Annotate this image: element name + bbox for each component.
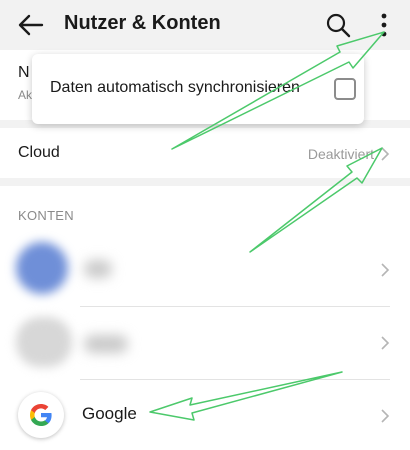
screen: Nutzer & Konten N Ak Cloud Deaktiviert K… <box>0 0 410 450</box>
chevron-right-icon <box>381 409 390 423</box>
account-row-blurred-1[interactable] <box>0 234 410 306</box>
overflow-menu-popup: Daten automatisch synchronisieren <box>32 54 364 124</box>
account-row-blurred-2[interactable] <box>0 307 410 379</box>
auto-sync-checkbox[interactable] <box>334 78 356 100</box>
arrow-left-icon <box>18 14 44 36</box>
accounts-section-header: KONTEN <box>18 208 74 223</box>
page-title: Nutzer & Konten <box>64 12 221 34</box>
account-avatar <box>16 242 68 294</box>
covered-row-subtitle: Ak <box>18 88 33 102</box>
search-button[interactable] <box>324 11 352 39</box>
google-g-icon <box>30 404 52 426</box>
auto-sync-label: Daten automatisch synchronisieren <box>50 79 300 96</box>
google-avatar <box>18 392 64 438</box>
account-name-blurred <box>84 260 112 278</box>
search-icon <box>326 13 351 38</box>
back-button[interactable] <box>16 11 46 39</box>
section-divider <box>0 178 410 186</box>
covered-row-title: N <box>18 64 30 81</box>
more-vert-icon <box>381 13 387 37</box>
cloud-label: Cloud <box>18 144 60 161</box>
chevron-right-icon <box>381 336 390 350</box>
more-options-button[interactable] <box>374 10 394 40</box>
chevron-right-icon <box>381 147 390 161</box>
cloud-row[interactable]: Cloud Deaktiviert <box>0 130 410 178</box>
account-name-blurred <box>84 335 128 353</box>
account-avatar <box>16 317 72 367</box>
cloud-status: Deaktiviert <box>307 146 374 162</box>
chevron-right-icon <box>381 263 390 277</box>
google-account-label: Google <box>82 404 137 423</box>
app-bar: Nutzer & Konten <box>0 0 410 50</box>
